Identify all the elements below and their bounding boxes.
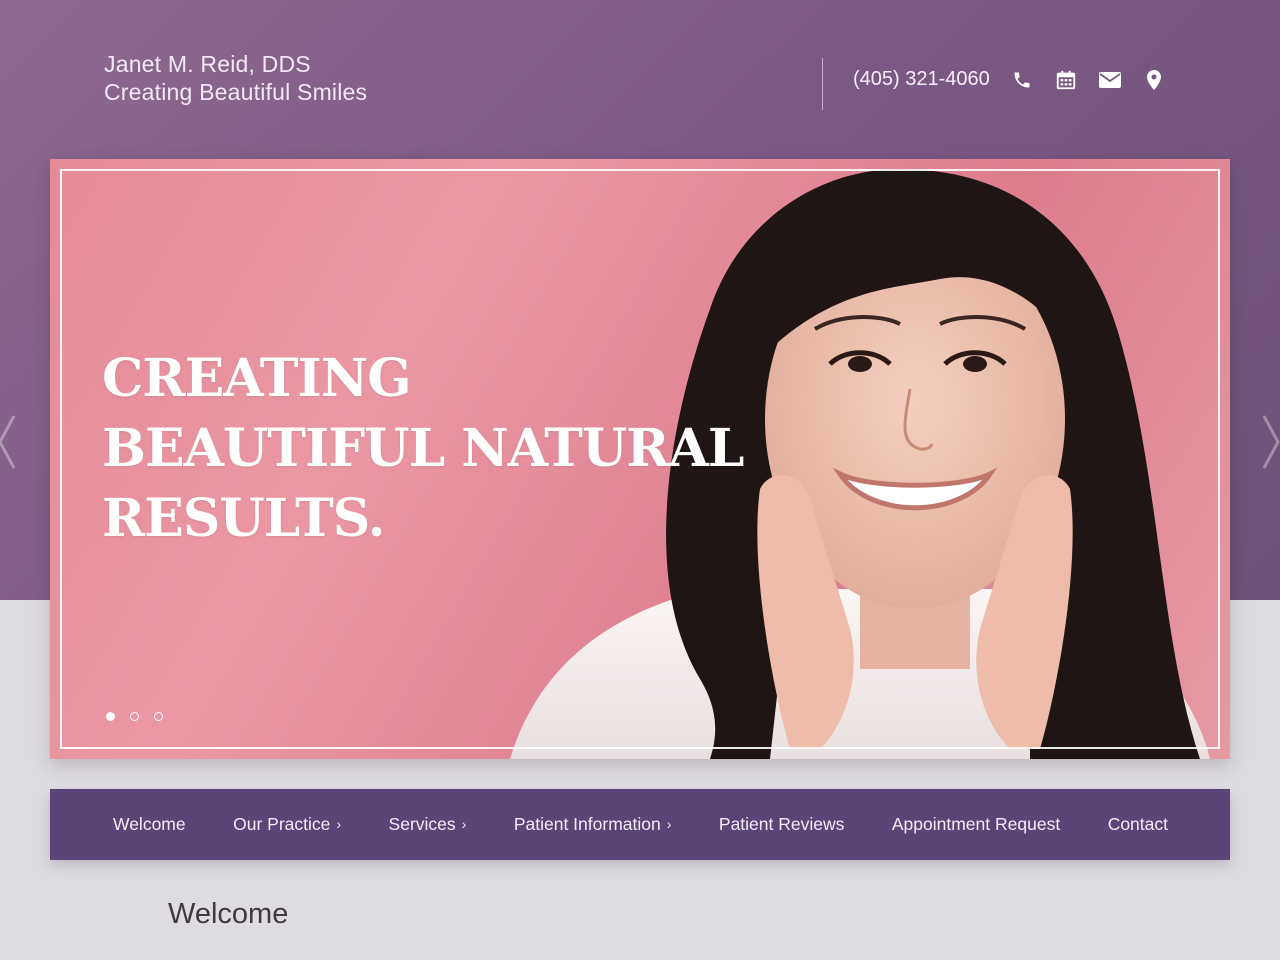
header-contact-icons <box>1008 66 1168 94</box>
welcome-section-title: Welcome <box>168 898 289 930</box>
nav-item-label: Welcome <box>113 814 186 834</box>
chevron-right-icon: › <box>336 815 342 832</box>
nav-item-label: Contact <box>1107 814 1168 834</box>
nav-item-appointment-request[interactable]: Appointment Request <box>892 814 1060 835</box>
calendar-icon[interactable] <box>1052 66 1080 94</box>
slider-pagination <box>106 712 163 721</box>
slider-dot-1[interactable] <box>106 712 115 721</box>
page: Janet M. Reid, DDS Creating Beautiful Sm… <box>0 0 1280 960</box>
map-pin-icon[interactable] <box>1140 66 1168 94</box>
nav-item-label: Patient Reviews <box>718 814 845 834</box>
slider-dot-2[interactable] <box>130 712 139 721</box>
phone-number-link[interactable]: (405) 321-4060 <box>853 68 990 91</box>
practice-name[interactable]: Janet M. Reid, DDS <box>104 50 367 78</box>
nav-item-label: Services <box>388 814 456 834</box>
main-navigation: Welcome Our Practice › Services › Patien… <box>50 789 1230 860</box>
phone-icon[interactable] <box>1008 66 1036 94</box>
nav-item-patient-information[interactable]: Patient Information › <box>514 814 672 835</box>
hero-headline-line-2: BEAUTIFUL NATURAL <box>102 418 744 479</box>
chevron-right-icon: › <box>666 815 672 832</box>
brand[interactable]: Janet M. Reid, DDS Creating Beautiful Sm… <box>104 50 367 106</box>
envelope-icon[interactable] <box>1096 66 1124 94</box>
nav-item-patient-reviews[interactable]: Patient Reviews <box>719 814 844 835</box>
hero-headline: CREATING BEAUTIFUL NATURAL RESULTS. <box>102 344 744 554</box>
nav-item-label: Patient Information <box>513 814 661 834</box>
hero-headline-line-3: RESULTS. <box>102 488 386 549</box>
nav-item-label: Our Practice <box>233 814 331 834</box>
hero-slider[interactable]: CREATING BEAUTIFUL NATURAL RESULTS. <box>50 159 1230 759</box>
nav-item-welcome[interactable]: Welcome <box>113 814 186 835</box>
nav-item-label: Appointment Request <box>891 814 1061 834</box>
chevron-right-icon: › <box>461 815 467 832</box>
hero-headline-line-1: CREATING <box>102 348 412 409</box>
previous-slide-arrow-icon[interactable] <box>0 410 20 474</box>
next-slide-arrow-icon[interactable] <box>1258 410 1280 474</box>
slider-dot-3[interactable] <box>154 712 163 721</box>
nav-item-contact[interactable]: Contact <box>1108 814 1168 835</box>
nav-item-services[interactable]: Services › <box>389 814 467 835</box>
practice-tagline: Creating Beautiful Smiles <box>104 79 368 105</box>
nav-item-our-practice[interactable]: Our Practice › <box>233 814 341 835</box>
header-divider <box>822 58 823 110</box>
